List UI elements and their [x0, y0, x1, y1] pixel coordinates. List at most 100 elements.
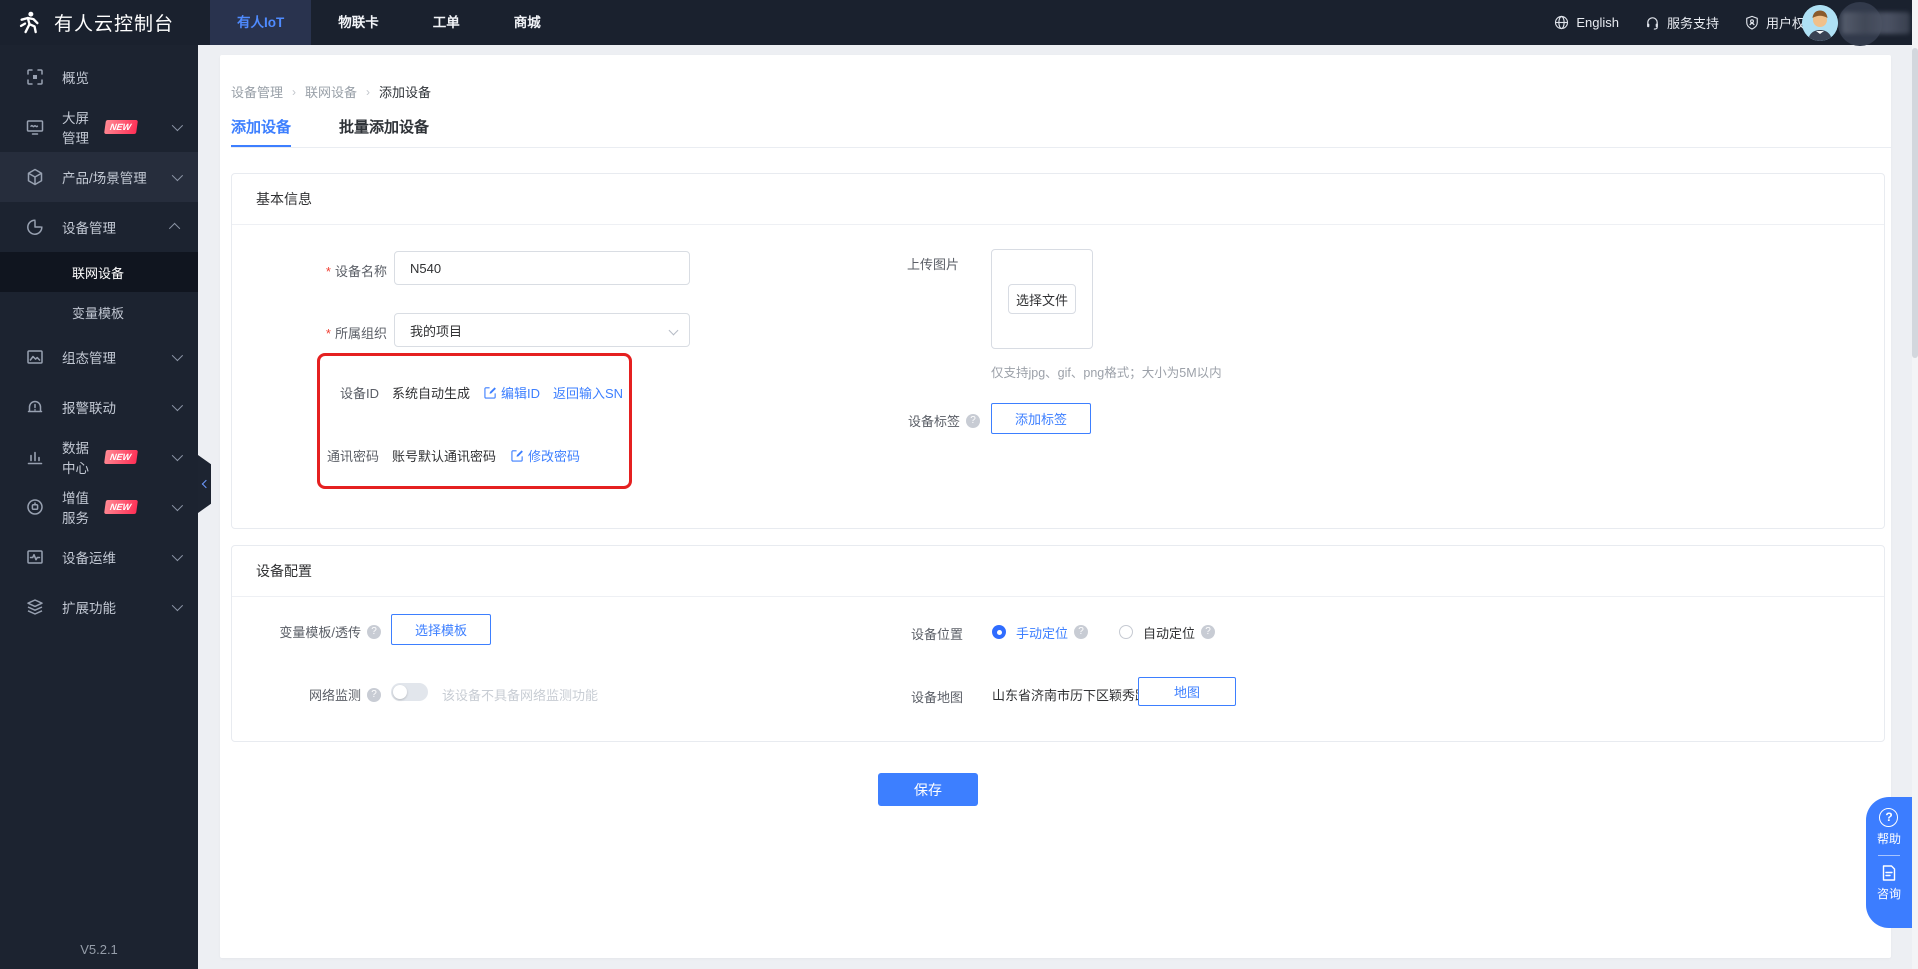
- sidebar-item-label: 联网设备: [72, 265, 125, 281]
- page-tabs: 添加设备 批量添加设备: [231, 111, 1891, 148]
- edit-id-link[interactable]: 编辑ID: [484, 383, 540, 402]
- help-circle-icon: ?: [367, 687, 381, 702]
- help-button[interactable]: ? 帮助: [1877, 808, 1901, 847]
- app-version: V5.2.1: [80, 942, 118, 957]
- chevron-down-icon: [171, 349, 184, 362]
- device-management-icon: [26, 218, 44, 236]
- sidebar-item-variable-template[interactable]: 变量模板: [0, 292, 198, 332]
- network-monitor-hint: 该设备不具备网络监测功能: [442, 688, 599, 703]
- sidebar-item-label: 报警联动: [62, 401, 116, 416]
- upload-hint: 仅支持jpg、gif、png格式；大小为5M以内: [991, 366, 1222, 380]
- topnav-tab-iot-card[interactable]: 物联卡: [311, 0, 406, 45]
- sidebar-item-product-scene[interactable]: 产品/场景管理: [0, 152, 198, 202]
- chevron-down-icon: [171, 399, 184, 412]
- required-mark: *: [325, 264, 331, 279]
- device-name-label: * 设备名称: [325, 264, 387, 279]
- sidebar-item-label: 数据中心: [62, 441, 89, 476]
- sidebar-item-label: 设备运维: [62, 551, 116, 566]
- breadcrumb-device-management[interactable]: 设备管理: [231, 82, 283, 101]
- topbar-right: English 服务支持 用户权限: [1554, 0, 1818, 45]
- screen-icon: [26, 118, 44, 136]
- device-map-label: 设备地图: [910, 690, 963, 705]
- manual-location-radio[interactable]: [992, 625, 1006, 639]
- product-cube-icon: [26, 168, 44, 186]
- chevron-down-icon: [171, 449, 184, 462]
- headset-icon: [1645, 15, 1660, 30]
- auto-location-radio[interactable]: [1119, 625, 1134, 639]
- sidebar-item-overview[interactable]: 概览: [0, 52, 198, 102]
- edit-square-icon: [484, 387, 496, 399]
- organization-select[interactable]: 我的项目: [394, 313, 690, 347]
- layers-icon: [26, 598, 44, 616]
- new-badge: NEW: [104, 120, 138, 134]
- help-circle-icon: ?: [966, 413, 980, 428]
- topnav-tab-mall[interactable]: 商城: [487, 0, 568, 45]
- document-icon: [1880, 864, 1898, 882]
- breadcrumb-current: 添加设备: [379, 85, 432, 100]
- map-button[interactable]: 地图: [1138, 677, 1236, 706]
- tab-add-device[interactable]: 添加设备: [231, 111, 292, 147]
- sidebar-item-data-center[interactable]: 数据中心 NEW: [0, 432, 198, 482]
- breadcrumb-network-devices[interactable]: 联网设备: [305, 82, 357, 101]
- service-support[interactable]: 服务支持: [1645, 13, 1719, 32]
- sidebar-item-device-ops[interactable]: 设备运维: [0, 532, 198, 582]
- language-label: English: [1576, 15, 1619, 30]
- alarm-icon: [26, 398, 44, 416]
- app-title: 有人云控制台: [54, 14, 175, 35]
- consult-button[interactable]: 咨询: [1877, 864, 1901, 902]
- sidebar-item-network-devices[interactable]: 联网设备: [0, 252, 198, 292]
- topnav-tab-work-order[interactable]: 工单: [406, 0, 487, 45]
- service-support-label: 服务支持: [1666, 16, 1719, 31]
- device-config-title: 设备配置: [232, 546, 1884, 597]
- picture-icon: [26, 348, 44, 366]
- save-button[interactable]: 保存: [878, 773, 978, 806]
- device-name-input[interactable]: N540: [394, 251, 690, 285]
- sidebar-item-label: 概览: [62, 71, 89, 86]
- shield-icon: [1745, 15, 1759, 30]
- question-circle-icon: ?: [1879, 808, 1899, 827]
- help-circle-icon: ?: [1074, 625, 1089, 639]
- sidebar-item-extensions[interactable]: 扩展功能: [0, 582, 198, 632]
- floating-helper-widget: ? 帮助 咨询: [1866, 797, 1912, 928]
- select-template-button[interactable]: 选择模板: [391, 614, 491, 645]
- manual-location-option[interactable]: 手动定位: [1016, 623, 1068, 642]
- sidebar-item-label: 变量模板: [72, 305, 125, 321]
- comm-password-value: 账号默认通讯密码: [392, 449, 497, 464]
- add-tag-button[interactable]: 添加标签: [991, 403, 1091, 434]
- organization-label: * 所属组织: [325, 326, 387, 341]
- chevron-down-icon: [668, 325, 679, 336]
- network-monitor-toggle[interactable]: [391, 683, 428, 701]
- choose-file-button[interactable]: 选择文件: [1008, 284, 1076, 314]
- topnav-tab-usr-iot[interactable]: 有人IoT: [210, 0, 312, 45]
- tab-batch-add-device[interactable]: 批量添加设备: [339, 111, 429, 147]
- change-password-link[interactable]: 修改密码: [511, 446, 580, 465]
- chevron-down-icon: [171, 119, 184, 132]
- usr-logo-icon: [16, 9, 43, 36]
- page-scrollbar: [1912, 0, 1918, 969]
- edit-square-icon: [511, 450, 523, 462]
- basic-info-title: 基本信息: [232, 174, 1884, 225]
- top-navigation: 有人IoT 物联卡 工单 商城: [210, 0, 568, 45]
- comm-password-label: 通讯密码: [326, 449, 379, 464]
- device-config-section: 设备配置 变量模板/透传 ? 选择模板 网络监测 ? 该设备不具备网络监测功能 …: [231, 545, 1885, 742]
- sidebar-collapse-handle[interactable]: [198, 455, 211, 513]
- sidebar-item-screen-management[interactable]: 大屏管理 NEW: [0, 102, 198, 152]
- sidebar-item-alarm-linkage[interactable]: 报警联动: [0, 382, 198, 432]
- sidebar-item-value-added[interactable]: 增值服务 NEW: [0, 482, 198, 532]
- location-radio-group: 手动定位 ? 自动定位 ?: [992, 621, 1216, 643]
- auto-location-option[interactable]: 自动定位: [1143, 623, 1195, 642]
- device-id-value: 系统自动生成: [392, 386, 471, 401]
- sidebar-item-scada[interactable]: 组态管理: [0, 332, 198, 382]
- return-input-sn-link[interactable]: 返回输入SN: [553, 383, 623, 402]
- sidebar-item-device-management[interactable]: 设备管理: [0, 202, 198, 252]
- avatar[interactable]: [1802, 4, 1838, 41]
- new-badge: NEW: [104, 500, 138, 514]
- scrollbar-thumb[interactable]: [1912, 48, 1918, 358]
- divider: [1878, 855, 1900, 856]
- topbar: 有人云控制台 有人IoT 物联卡 工单 商城 English 服务支持 用户权限: [0, 0, 1918, 46]
- language-switch[interactable]: English: [1554, 15, 1619, 30]
- chevron-down-icon: [171, 549, 184, 562]
- device-id-row: 设备ID 系统自动生成 编辑ID 返回输入SN: [320, 383, 629, 402]
- image-upload-dropzone[interactable]: 选择文件: [991, 249, 1093, 349]
- user-account[interactable]: [1802, 0, 1910, 46]
